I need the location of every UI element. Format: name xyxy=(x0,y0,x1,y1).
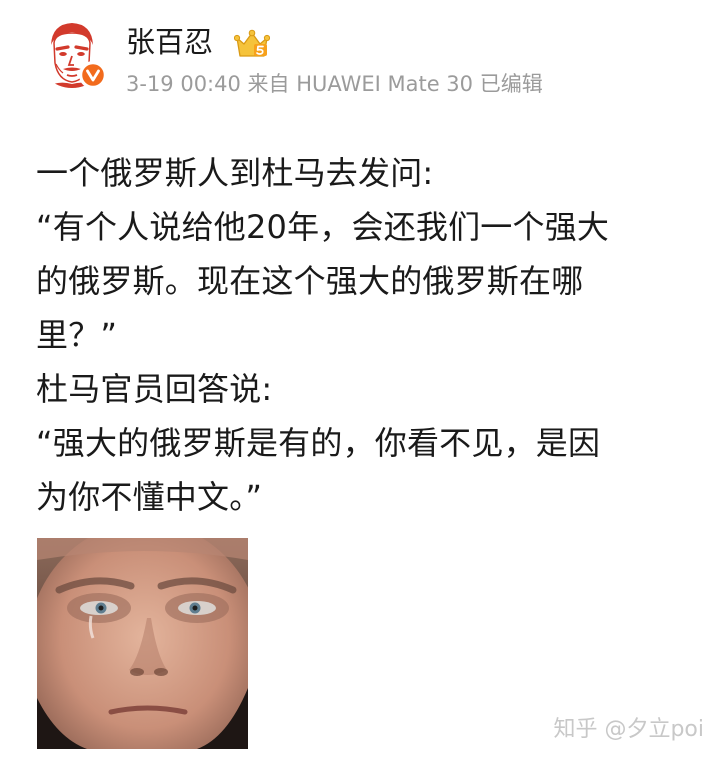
watermark: 知乎 @夕立poi xyxy=(553,717,704,742)
post-text-line: “强大的俄罗斯是有的，你看不见，是因 xyxy=(36,424,601,462)
vip-crown-icon[interactable] xyxy=(233,29,271,61)
post-text-line: 的俄罗斯。现在这个强大的俄罗斯在哪 xyxy=(36,262,584,300)
post-text-line: 为你不懂中文。” xyxy=(36,478,263,516)
post-text-line: 一个俄罗斯人到杜马去发问: xyxy=(36,154,434,192)
post-meta: 3-19 00:40 来自 HUAWEI Mate 30 已编辑 xyxy=(126,72,543,96)
post-text-line: 里？” xyxy=(36,316,118,354)
post-text-line: 杜马官员回答说: xyxy=(36,370,273,408)
post-text-line: “有个人说给他20年，会还我们一个强大 xyxy=(36,208,610,246)
post-photo-illustration xyxy=(37,538,248,749)
post-content: 一个俄罗斯人到杜马去发问: “有个人说给他20年，会还我们一个强大 的俄罗斯。现… xyxy=(36,146,686,524)
post-header: 张百忍 3-19 00:40 来自 HUAWEI Mate 30 已编辑 xyxy=(0,0,720,110)
verified-badge-icon xyxy=(79,61,107,89)
post-image[interactable] xyxy=(37,538,248,749)
author-name[interactable]: 张百忍 xyxy=(126,24,213,60)
